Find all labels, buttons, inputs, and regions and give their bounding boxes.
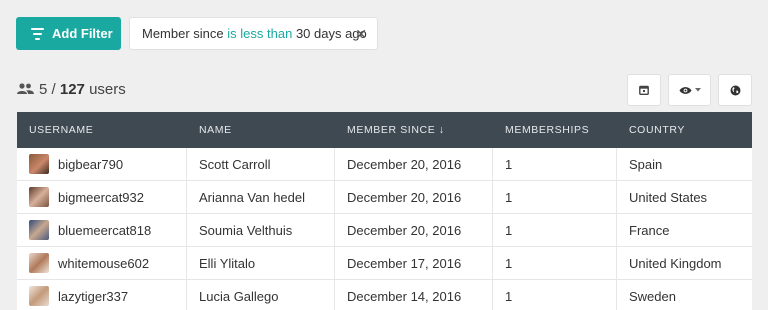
count-separator: /	[47, 80, 60, 98]
member-since-cell: December 20, 2016	[335, 181, 493, 213]
filter-operator[interactable]: is less than	[227, 26, 292, 41]
avatar	[29, 154, 49, 174]
member-since-cell: December 17, 2016	[335, 247, 493, 279]
calendar-icon	[639, 85, 649, 95]
filter-chip[interactable]: Member since is less than 30 days ago ✕	[129, 17, 378, 50]
column-header-country[interactable]: COUNTRY	[617, 112, 752, 148]
table-row[interactable]: bluemeercat818 Soumia Velthuis December …	[17, 214, 752, 247]
username: whitemouse602	[58, 255, 150, 271]
chevron-down-icon	[694, 88, 701, 92]
globe-icon	[730, 85, 740, 95]
table-row[interactable]: lazytiger337 Lucia Gallego December 14, …	[17, 280, 752, 310]
globe-button[interactable]	[718, 74, 752, 106]
table-header: USERNAME NAME MEMBER SINCE ↓ MEMBERSHIPS…	[17, 112, 752, 148]
country-cell: United States	[629, 189, 708, 205]
filter-field: Member since	[142, 26, 224, 41]
column-header-member-since[interactable]: MEMBER SINCE ↓	[335, 112, 493, 148]
member-since-cell: December 20, 2016	[335, 214, 493, 246]
name-cell: Lucia Gallego	[187, 280, 335, 310]
memberships-cell: 1	[493, 214, 617, 246]
column-header-memberships[interactable]: MEMBERSHIPS	[493, 112, 617, 148]
column-header-username[interactable]: USERNAME	[17, 112, 187, 148]
add-filter-label: Add Filter	[52, 26, 113, 41]
country-cell: United Kingdom	[629, 255, 722, 271]
close-icon[interactable]: ✕	[355, 26, 367, 43]
users-table: USERNAME NAME MEMBER SINCE ↓ MEMBERSHIPS…	[17, 112, 752, 310]
column-header-name[interactable]: NAME	[187, 112, 335, 148]
avatar	[29, 253, 49, 273]
table-row[interactable]: whitemouse602 Elli Ylitalo December 17, …	[17, 247, 752, 280]
table-row[interactable]: bigmeercat932 Arianna Van hedel December…	[17, 181, 752, 214]
filter-icon	[31, 26, 44, 41]
country-cell: Sweden	[629, 288, 676, 304]
date-button[interactable]	[627, 74, 661, 106]
memberships-cell: 1	[493, 181, 617, 213]
username: bigmeercat932	[58, 189, 144, 205]
memberships-cell: 1	[493, 247, 617, 279]
user-count: 5 / 127 users	[17, 78, 126, 100]
username: lazytiger337	[58, 288, 129, 304]
username: bigbear790	[58, 156, 124, 172]
country-cell: France	[629, 222, 670, 238]
memberships-cell: 1	[493, 148, 617, 180]
name-cell: Elli Ylitalo	[187, 247, 335, 279]
avatar	[29, 286, 49, 306]
name-cell: Soumia Velthuis	[187, 214, 335, 246]
member-since-cell: December 20, 2016	[335, 148, 493, 180]
total-count: 127	[59, 80, 85, 98]
country-cell: Spain	[629, 156, 663, 172]
add-filter-button[interactable]: Add Filter	[16, 17, 121, 50]
username: bluemeercat818	[58, 222, 152, 238]
name-cell: Arianna Van hedel	[187, 181, 335, 213]
count-unit: users	[89, 80, 126, 98]
avatar	[29, 187, 49, 207]
visibility-dropdown-button[interactable]	[668, 74, 711, 106]
avatar	[29, 220, 49, 240]
memberships-cell: 1	[493, 280, 617, 310]
users-icon	[17, 83, 34, 94]
name-cell: Scott Carroll	[187, 148, 335, 180]
eye-icon	[679, 86, 691, 94]
table-row[interactable]: bigbear790 Scott Carroll December 20, 20…	[17, 148, 752, 181]
shown-count: 5	[39, 80, 48, 98]
member-since-cell: December 14, 2016	[335, 280, 493, 310]
